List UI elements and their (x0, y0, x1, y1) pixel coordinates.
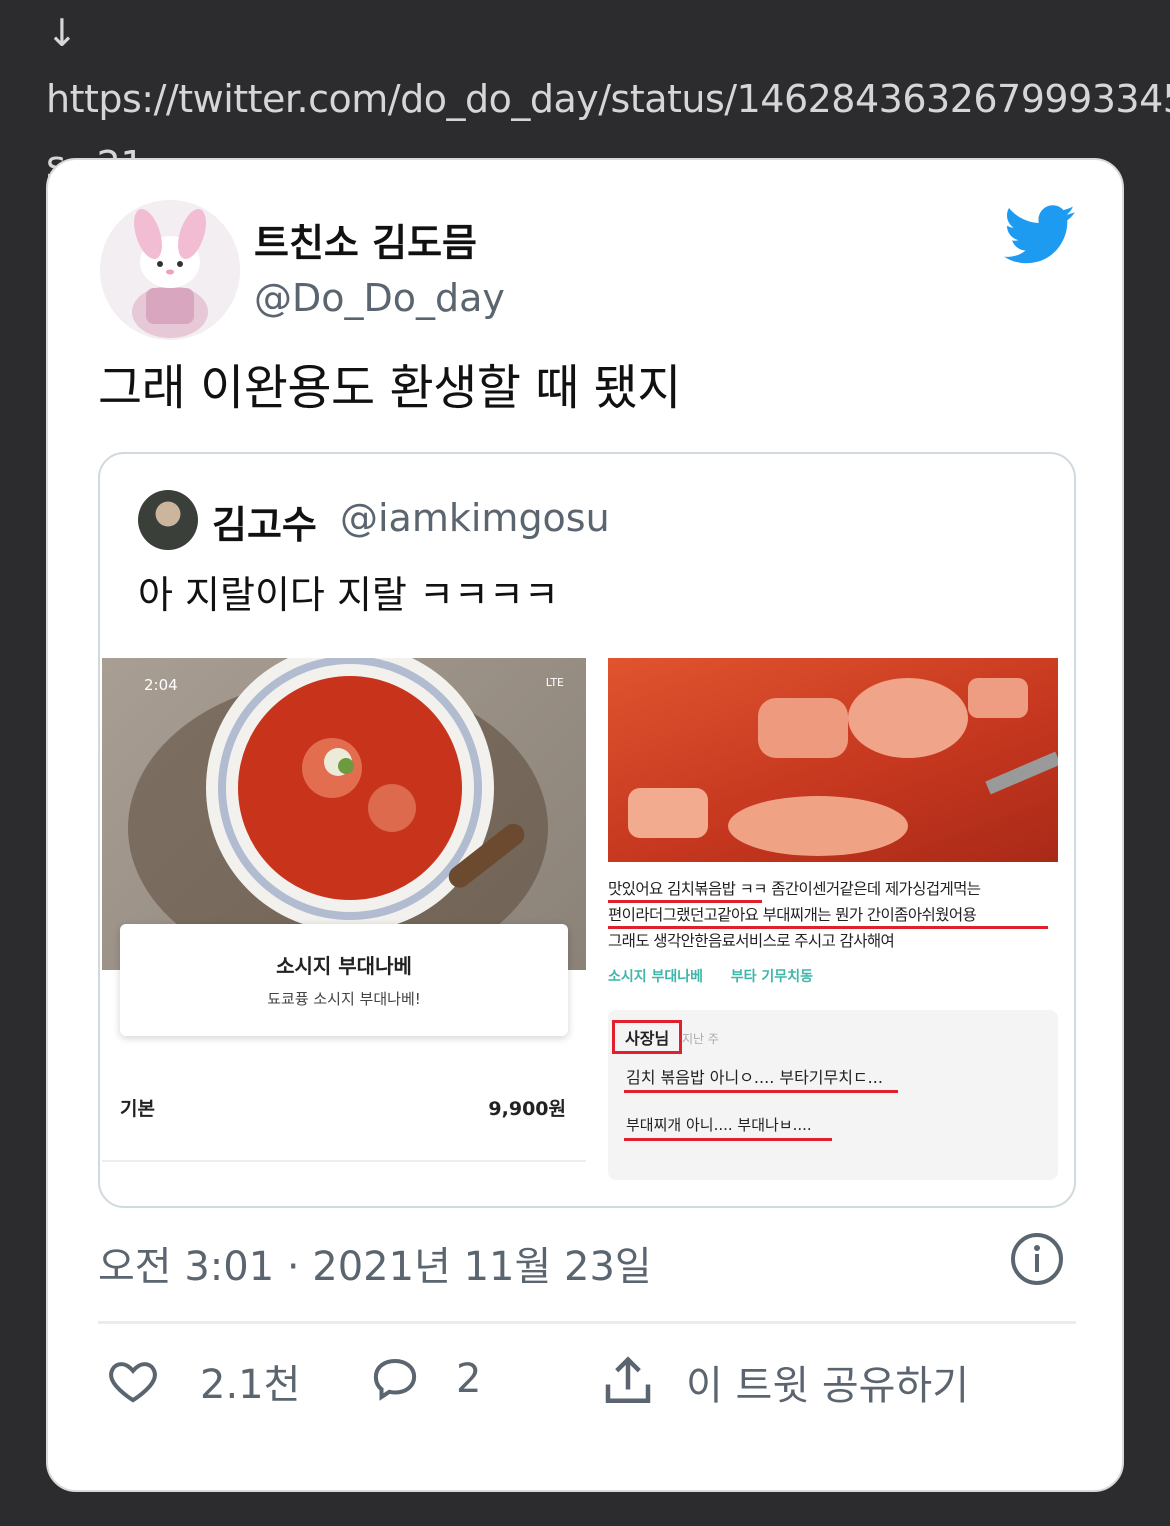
price-label: 기본 (120, 1098, 155, 1120)
quoted-author-handle[interactable]: @iamkimgosu (340, 496, 610, 540)
underline-3 (624, 1090, 898, 1093)
status-time: 2:04 (144, 676, 178, 694)
price-value: 9,900원 (488, 1098, 566, 1120)
underline-1 (608, 900, 762, 903)
share-icon (605, 1356, 651, 1403)
review-line-3: 그래도 생각안한음료서비스로 주시고 감사해여 (608, 932, 895, 950)
underline-4 (624, 1138, 832, 1141)
review-line-1: 맛있어요 김치볶음밥 ㅋㅋ 좀간이센거같은데 제가싱겁게먹는 (608, 880, 981, 898)
comment-icon (373, 1358, 417, 1401)
share-label: 이 트윗 공유하기 (686, 1363, 970, 1409)
like-count: 2.1천 (200, 1362, 301, 1408)
quoted-media-review-screenshot[interactable]: 맛있어요 김치볶음밥 ㅋㅋ 좀간이센거같은데 제가싱겁게먹는 편이라더그랬던고같… (608, 658, 1058, 1184)
reply-count: 2 (456, 1356, 482, 1402)
tag-2: 부타 기무치동 (730, 969, 813, 985)
quoted-media-menu-screenshot[interactable]: 2:04 LTE 소시지 부대나베 됴쿄퓽 소시지 부대나베! 기본 9,900… (102, 658, 586, 1164)
quoted-tweet-text: 아 지랄이다 지랄 ㅋㅋㅋㅋ (138, 573, 559, 617)
heart-icon (109, 1362, 157, 1403)
author-handle[interactable]: @Do_Do_day (254, 276, 505, 320)
menu-tags: 소시지 부대나베 부타 기무치동 (608, 966, 813, 986)
tweet-text: 그래 이완용도 환생할 때 됐지 (98, 360, 681, 416)
tweet-timestamp[interactable]: 오전 3:01 · 2021년 11월 23일 (98, 1234, 652, 1292)
menu-card: 소시지 부대나베 됴쿄퓽 소시지 부대나베! (120, 924, 568, 1036)
share-button[interactable]: 이 트윗 공유하기 (598, 1352, 969, 1412)
review-line-2: 편이라더그랬던고같아요 부대찌개는 뭔가 간이좀아쉬웠어용 (608, 906, 977, 924)
stew-photo (608, 658, 1058, 862)
tweet-actions: 2.1천 2 이 트윗 공유하기 (98, 1352, 1076, 1422)
twitter-bird-icon[interactable] (1004, 204, 1076, 266)
owner-reply-box: 사장님 지난 주 김치 볶음밥 아니ㅇ.... 부타기무치ㄷ... 부대찌개 아… (608, 1010, 1058, 1180)
owner-label: 사장님 (612, 1020, 683, 1054)
divider (102, 1160, 586, 1162)
menu-description: 됴쿄퓽 소시지 부대나베! (267, 990, 421, 1008)
owner-reply-2: 부대찌개 아니.... 부대나ㅂ.... (626, 1116, 812, 1134)
like-button[interactable]: 2.1천 (106, 1352, 300, 1410)
tweet-card: 트친소 김도믐 @Do_Do_day 그래 이완용도 환생할 때 됐지 김고수 … (46, 158, 1124, 1492)
info-icon[interactable] (1010, 1232, 1064, 1286)
menu-title: 소시지 부대나베 (276, 954, 412, 978)
reply-button[interactable]: 2 (368, 1352, 481, 1406)
author-name[interactable]: 트친소 김도믐 (254, 212, 477, 267)
quoted-tweet[interactable]: 김고수 @iamkimgosu 아 지랄이다 지랄 ㅋㅋㅋㅋ 2:04 LTE … (98, 452, 1076, 1208)
separator (98, 1321, 1076, 1324)
status-network: LTE (545, 676, 564, 689)
tag-1: 소시지 부대나베 (608, 969, 704, 985)
quoted-author-name[interactable]: 김고수 (212, 494, 317, 549)
owner-reply-1: 김치 볶음밥 아니ㅇ.... 부타기무치ㄷ... (626, 1068, 883, 1087)
review-text: 맛있어요 김치볶음밥 ㅋㅋ 좀간이센거같은데 제가싱겁게먹는 편이라더그랬던고같… (608, 876, 1058, 954)
owner-reply-time: 지난 주 (682, 1032, 719, 1046)
author-avatar[interactable] (100, 200, 240, 340)
quoted-author-avatar[interactable] (138, 490, 198, 550)
underline-2 (608, 926, 1048, 929)
